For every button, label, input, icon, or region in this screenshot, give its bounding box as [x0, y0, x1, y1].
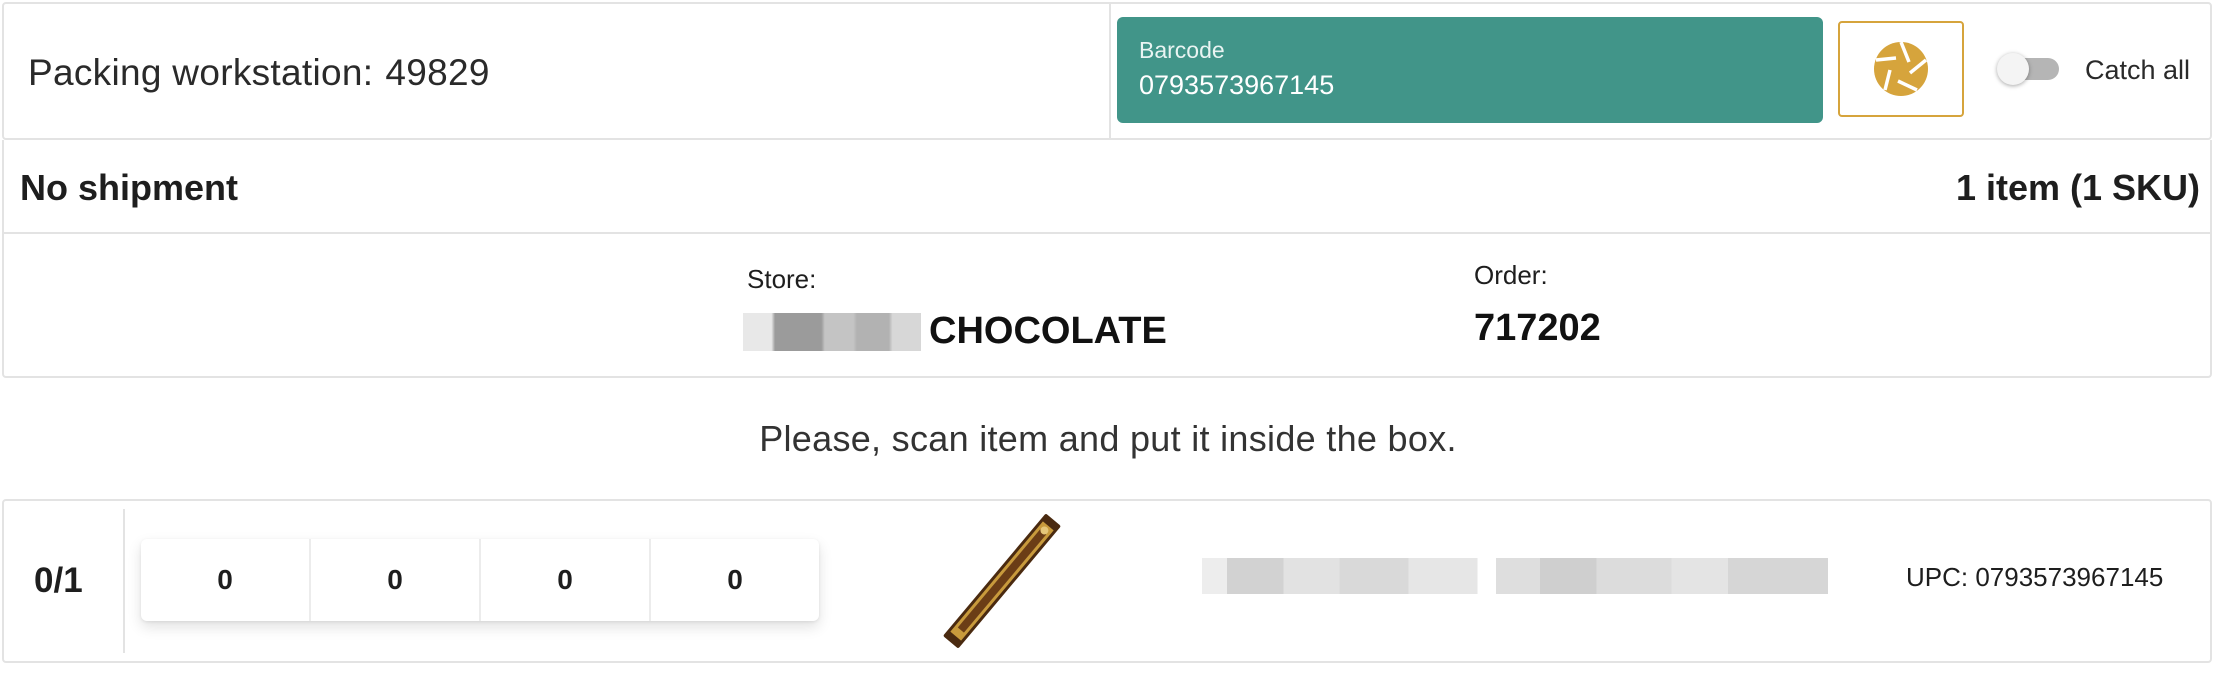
packing-workstation-page: Packing workstation: 49829 Barcode Catch …: [0, 0, 2216, 692]
page-title: Packing workstation: 49829: [28, 52, 490, 94]
counter-cell[interactable]: 0: [481, 539, 651, 621]
order-label: Order:: [1474, 260, 1548, 290]
store-name: CHOCOLATE: [929, 310, 1167, 352]
item-upc: UPC: 0793573967145: [1906, 562, 2164, 592]
chocolate-bar-image: [928, 511, 1076, 651]
page-title-label: Packing workstation:: [28, 52, 374, 93]
header-divider: [1109, 4, 1111, 138]
quantity-counters: 0 0 0 0: [141, 539, 819, 621]
toggle-knob: [1997, 53, 2029, 85]
counter-cell[interactable]: 0: [651, 539, 819, 621]
counter-cell[interactable]: 0: [311, 539, 481, 621]
barcode-input[interactable]: [1139, 70, 1779, 101]
barcode-field[interactable]: Barcode: [1117, 17, 1823, 123]
item-row-divider: [123, 509, 125, 653]
catch-all-toggle[interactable]: [1995, 53, 2063, 85]
shipment-status: No shipment: [20, 167, 239, 208]
item-row: 0/1 0 0 0 0 UPC: 0793573967145: [2, 499, 2212, 663]
redacted-store-prefix: [743, 312, 921, 351]
item-progress: 0/1: [34, 561, 83, 600]
store-value: CHOCOLATE: [743, 310, 1167, 353]
barcode-label: Barcode: [1139, 37, 1225, 63]
order-info-card: Store: CHOCOLATE Order: 717202: [2, 234, 2212, 378]
redacted-product-name: [1202, 558, 1828, 594]
shipment-bar: No shipment 1 item (1 SKU): [2, 140, 2212, 234]
scan-camera-button[interactable]: [1838, 21, 1964, 117]
shipment-summary: 1 item (1 SKU): [1955, 167, 2200, 208]
camera-shutter-icon: [1874, 41, 1928, 96]
order-number: 717202: [1474, 307, 1601, 349]
store-label: Store:: [747, 264, 817, 294]
catch-all-label: Catch all: [2085, 55, 2191, 85]
scan-instruction: Please, scan item and put it inside the …: [759, 418, 1457, 459]
workstation-id: 49829: [385, 52, 490, 93]
counter-cell[interactable]: 0: [141, 539, 311, 621]
